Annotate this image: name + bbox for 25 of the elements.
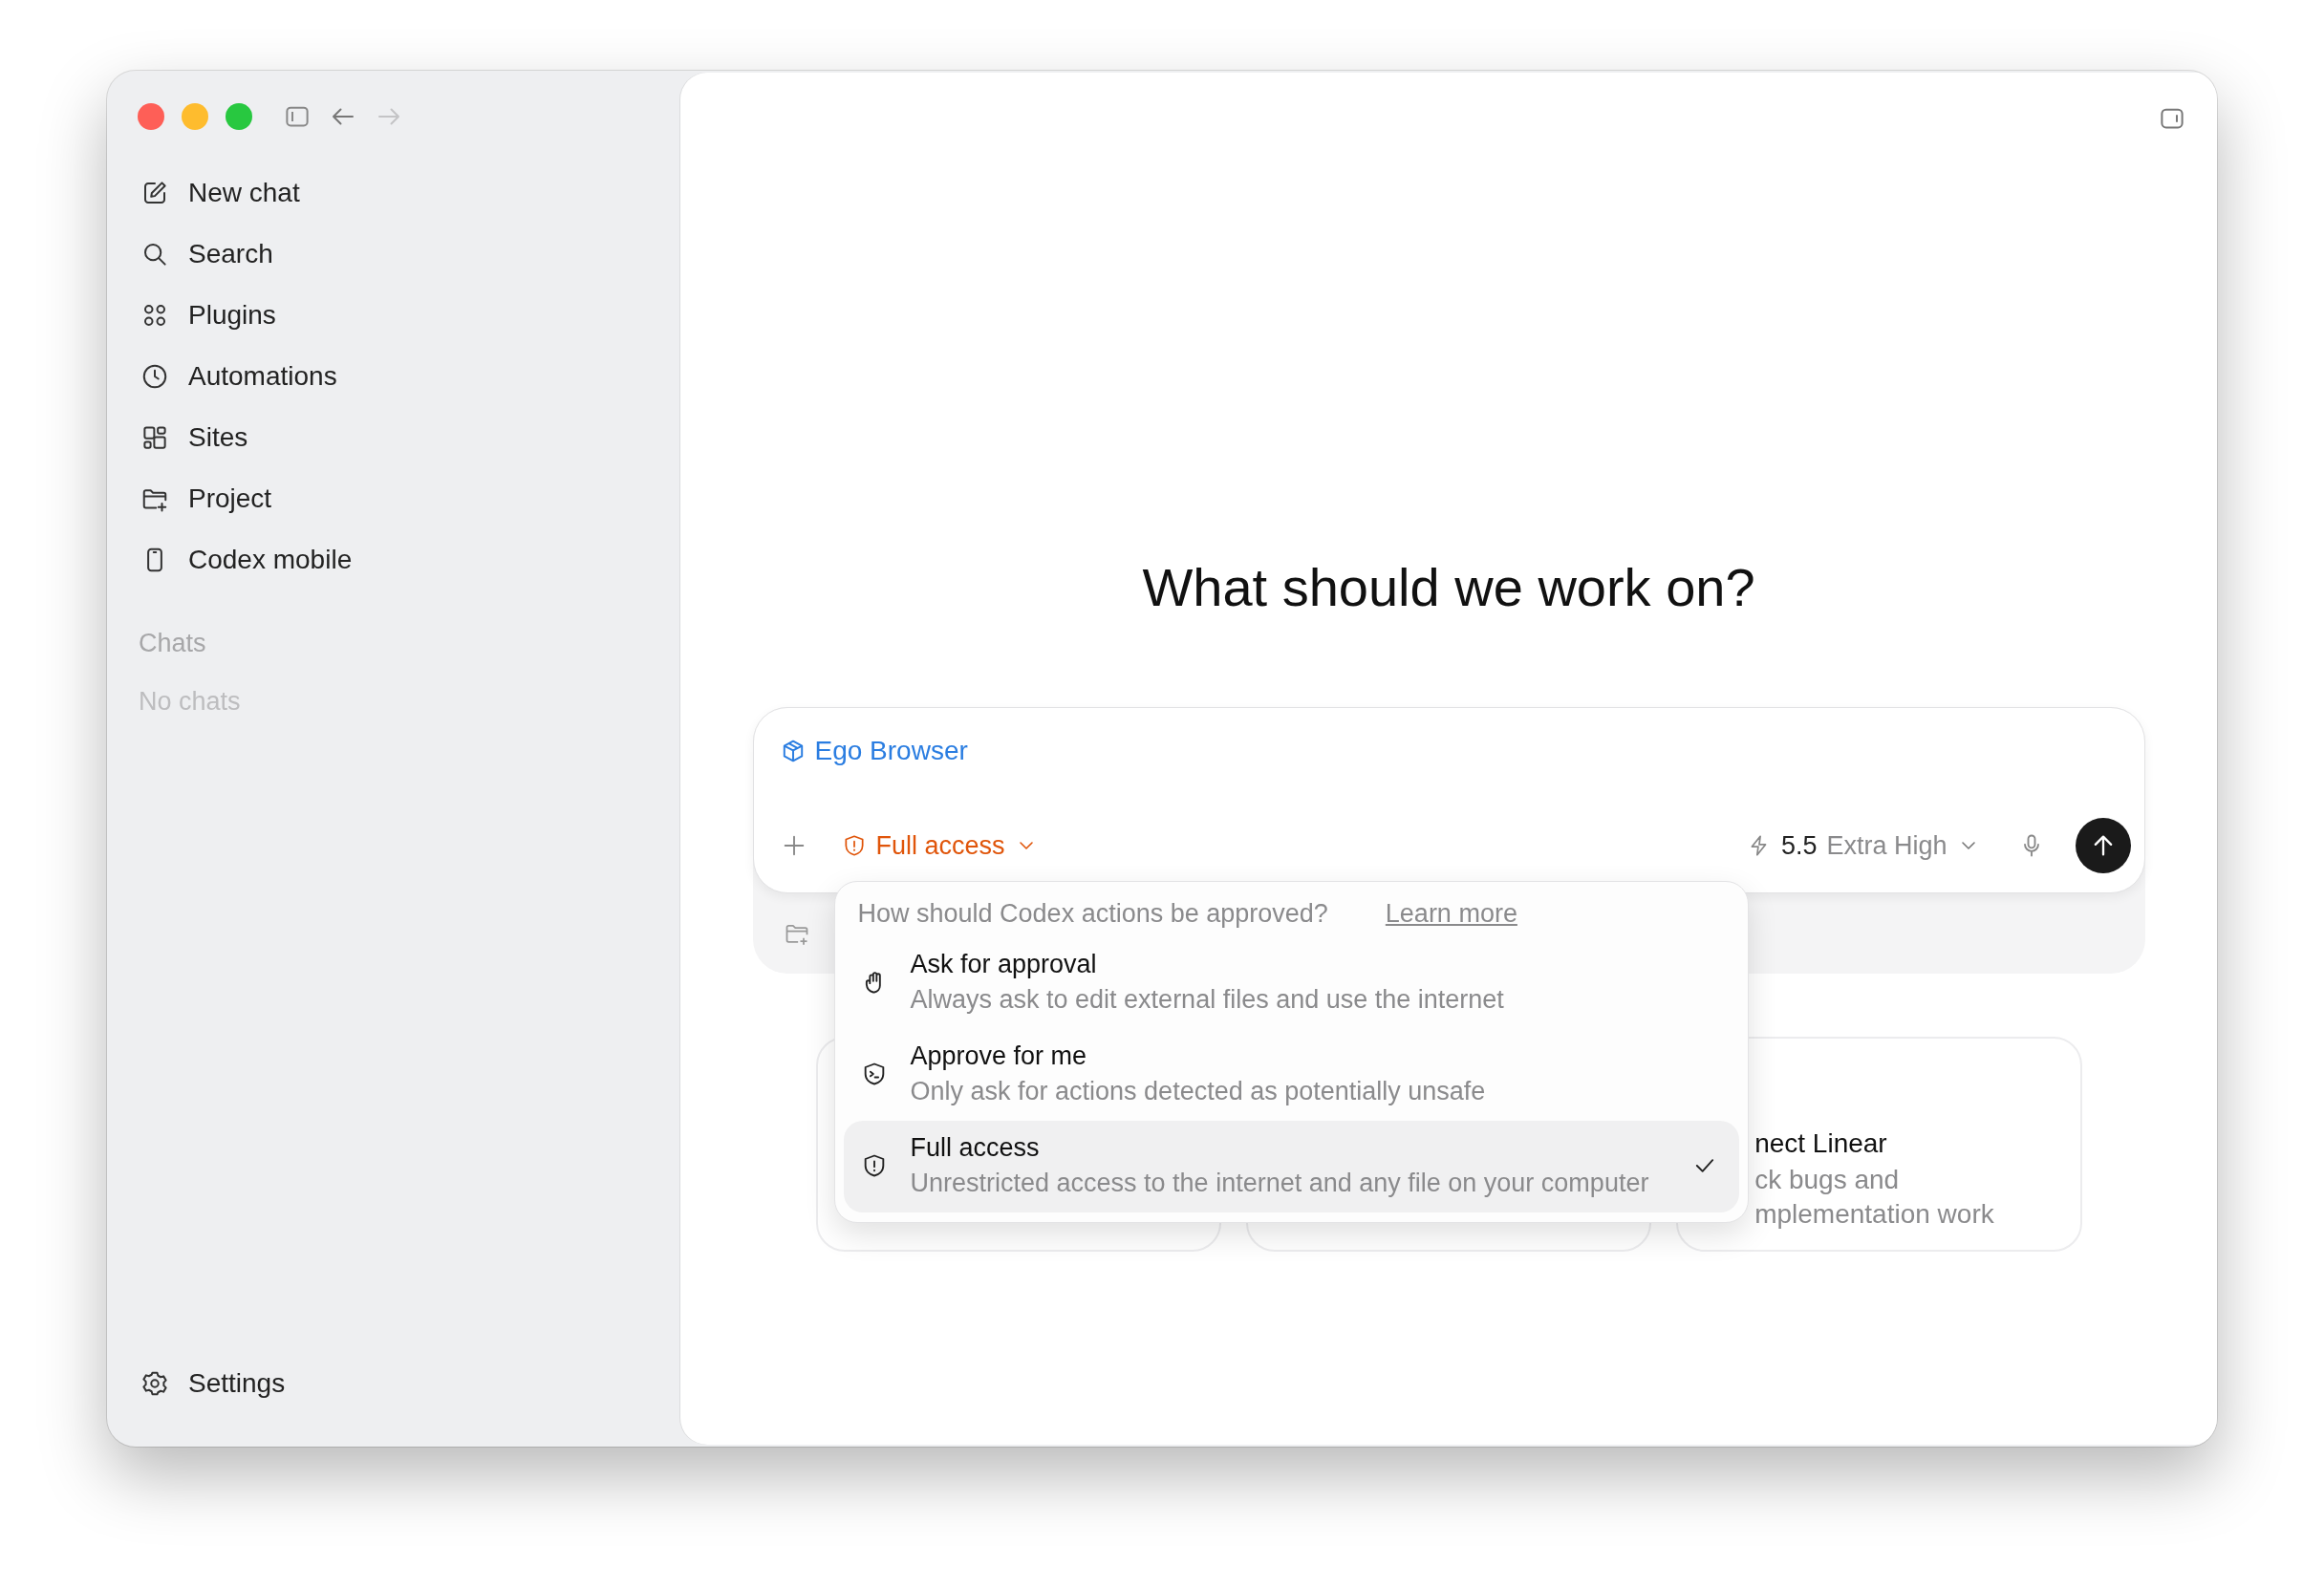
layout-icon: [140, 423, 169, 452]
card-description: ck bugs and: [1754, 1164, 1900, 1196]
close-button[interactable]: [138, 103, 164, 130]
section-title: Chats: [138, 628, 207, 659]
sidebar-item[interactable]: Search: [107, 224, 680, 285]
sidebar-item[interactable]: New chat: [107, 162, 680, 224]
sidebar-item[interactable]: Project: [107, 468, 680, 529]
model-dropdown[interactable]: 5.5 Extra High: [1746, 826, 1980, 866]
sidebar-item[interactable]: Automations: [107, 346, 680, 407]
menu-option[interactable]: Ask for approval Always ask to edit external files and use the internet: [843, 937, 1739, 1029]
card-title: nect Linear: [1754, 1127, 1887, 1160]
sidebar-item[interactable]: Plugins: [107, 285, 680, 346]
clock-icon: [140, 362, 169, 391]
zoom-button[interactable]: [226, 103, 252, 130]
menu-option[interactable]: Full access Unrestricted access to the internet and any file on your computer: [843, 1121, 1739, 1212]
sidebar-item[interactable]: Sites: [107, 407, 680, 468]
gear-icon: [140, 1369, 169, 1398]
sidebar-item[interactable]: Codex mobile: [107, 529, 680, 590]
access-dropdown[interactable]: Full access: [841, 826, 1038, 866]
send-button[interactable]: [2075, 818, 2131, 873]
menu-question: How should Codex actions be approved?: [857, 897, 1328, 930]
context-label[interactable]: Ego Browser: [814, 731, 968, 771]
card-description: mplementation work: [1754, 1198, 1994, 1231]
page-heading: What should we work on?: [1142, 556, 1755, 619]
settings-item[interactable]: Settings: [107, 1353, 680, 1414]
